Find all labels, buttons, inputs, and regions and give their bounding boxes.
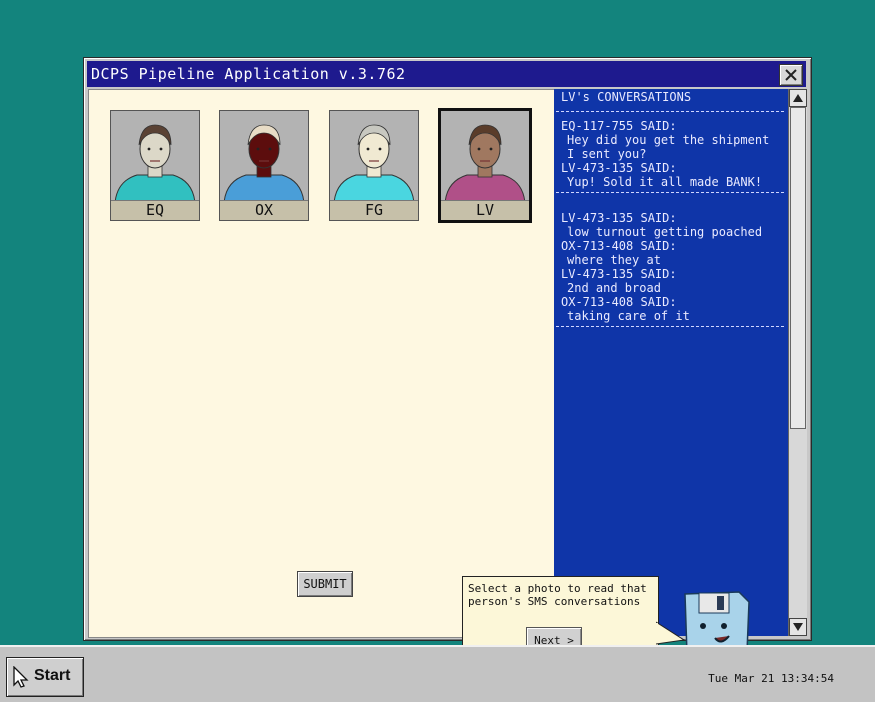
message-text: taking care of it [567, 309, 690, 323]
arrow-up-icon [793, 94, 803, 102]
message-text: low turnout getting poached [567, 225, 763, 239]
scrollbar-thumb[interactable] [790, 107, 806, 429]
message-sender: LV-473-135 SAID: [561, 211, 677, 225]
message-text: Yup! Sold it all made BANK! [567, 175, 763, 189]
photo-label: LV [441, 200, 529, 220]
photo-lv[interactable]: LV [438, 108, 532, 223]
app-window: DCPS Pipeline Application v.3.762 EQ OX FG… [83, 57, 812, 641]
photo-label: OX [220, 200, 308, 220]
start-button[interactable]: Start [6, 657, 84, 697]
window-title: DCPS Pipeline Application v.3.762 [91, 65, 406, 83]
message-sender: LV-473-135 SAID: [561, 161, 677, 175]
portrait-image [333, 124, 415, 201]
message-text: Hey did you get the shipment I sent you? [567, 133, 770, 161]
close-button[interactable] [779, 64, 803, 86]
taskbar: Start Tue Mar 21 13:34:54 [0, 645, 875, 702]
conversations-panel: LV's CONVERSATIONS EQ-117-755 SAID: Hey d… [554, 89, 788, 636]
scroll-up-button[interactable] [789, 89, 807, 107]
conversations-title: LV's CONVERSATIONS [561, 90, 692, 104]
photo-eq[interactable]: EQ [110, 110, 200, 221]
photo-label: FG [330, 200, 418, 220]
message-text: where they at [567, 253, 661, 267]
clock: Tue Mar 21 13:34:54 [708, 672, 834, 685]
message-sender: LV-473-135 SAID: [561, 267, 677, 281]
portrait-image [444, 124, 526, 201]
message-sender: OX-713-408 SAID: [561, 295, 677, 309]
tooltip-text: Select a photo to read that person's SMS… [468, 582, 647, 608]
arrow-down-icon [793, 623, 803, 631]
conversations-list: EQ-117-755 SAID: Hey did you get the ship… [554, 111, 786, 327]
close-icon [785, 69, 797, 81]
photo-ox[interactable]: OX [219, 110, 309, 221]
portrait-image [223, 124, 305, 201]
conversations-scrollbar[interactable] [788, 89, 807, 636]
scroll-down-button[interactable] [789, 618, 807, 636]
message-text: 2nd and broad [567, 281, 661, 295]
photo-label: EQ [111, 200, 199, 220]
title-bar[interactable]: DCPS Pipeline Application v.3.762 [87, 61, 806, 87]
conversation-block: EQ-117-755 SAID: Hey did you get the ship… [554, 112, 786, 192]
submit-button[interactable]: SUBMIT [297, 571, 353, 597]
start-label: Start [34, 667, 71, 684]
message-sender: OX-713-408 SAID: [561, 239, 677, 253]
message-sender: EQ-117-755 SAID: [561, 119, 677, 133]
photo-panel: EQ OX FG LV SUBMIT [88, 89, 556, 638]
conversation-divider [556, 326, 784, 327]
portrait-image [114, 124, 196, 201]
conversation-block: LV-473-135 SAID: low turnout getting poac… [554, 193, 786, 326]
photo-fg[interactable]: FG [329, 110, 419, 221]
cursor-icon [13, 666, 29, 688]
